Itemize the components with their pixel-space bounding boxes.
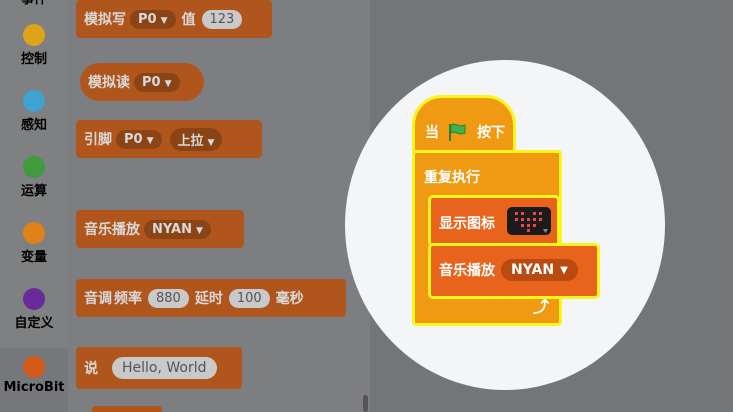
category-sensing[interactable]: 感知: [0, 90, 68, 133]
pull-mode-dropdown[interactable]: 上拉 ▼: [169, 127, 223, 151]
block-label: 引脚: [84, 132, 112, 148]
block-label: 值: [181, 12, 196, 28]
category-label: 感知: [20, 118, 47, 133]
category-color-dot: [23, 90, 45, 112]
block-label: 毫秒: [275, 291, 304, 307]
chevron-down-icon: ▼: [164, 78, 172, 89]
pin-dropdown[interactable]: P0 ▼: [130, 9, 176, 29]
dropdown-value: 上拉: [177, 133, 204, 149]
palette-scrollbar[interactable]: [363, 395, 368, 412]
category-color-dot: [23, 288, 45, 310]
dropdown-value: NYAN: [511, 262, 555, 278]
green-flag-icon: [449, 123, 466, 141]
dropdown-value: P0: [142, 74, 161, 90]
dropdown-value: NYAN: [152, 221, 192, 237]
category-microbit[interactable]: MicroBit: [0, 348, 68, 412]
category-label: MicroBit: [3, 380, 65, 395]
led-grid-icon: [515, 212, 548, 233]
analog-write-block[interactable]: 模拟写 P0 ▼ 值 123: [76, 0, 272, 38]
text-input[interactable]: Hello, World: [112, 357, 217, 379]
category-label: 控制: [20, 52, 47, 67]
category-color-dot: [23, 222, 45, 244]
category-color-dot: [23, 356, 45, 378]
show-icon-block[interactable]: 显示图标: [428, 195, 560, 247]
pin-dropdown[interactable]: P0 ▼: [116, 129, 162, 149]
block-label: 显示图标: [439, 216, 495, 232]
chevron-down-icon: ▼: [196, 225, 203, 236]
category-sidebar: 事件 控制 感知 运算 变量 自定义 MicroBit: [0, 0, 68, 412]
analog-read-block[interactable]: 模拟读 P0 ▼: [80, 63, 204, 101]
block-label: 音乐播放: [439, 263, 495, 279]
block-label: 音乐播放: [84, 222, 140, 238]
category-label: 运算: [20, 184, 47, 199]
category-label: 事件: [21, 0, 47, 7]
value-input[interactable]: 123: [201, 9, 243, 29]
block-label: 音调: [84, 291, 112, 307]
category-color-dot: [23, 24, 45, 46]
block-label: 重复执行: [424, 170, 480, 186]
block-label: 说: [84, 361, 98, 377]
led-matrix-icon[interactable]: [507, 207, 551, 235]
category-label: 变量: [20, 250, 47, 265]
category-control[interactable]: 控制: [0, 24, 68, 67]
block-label: 延时: [194, 291, 223, 307]
block-label: 按下: [477, 125, 505, 141]
block-label: 模拟读: [88, 75, 130, 91]
melody-dropdown[interactable]: NYAN ▼: [144, 219, 211, 239]
pin-dropdown[interactable]: P0 ▼: [134, 72, 180, 92]
category-operators[interactable]: 运算: [0, 156, 68, 199]
dropdown-value: P0: [138, 11, 157, 27]
category-color-dot: [23, 156, 45, 178]
partial-block[interactable]: [92, 406, 162, 412]
when-flag-clicked-block[interactable]: 当 按下: [412, 95, 516, 153]
say-block[interactable]: 说 Hello, World: [76, 347, 242, 389]
category-events[interactable]: 事件: [0, 0, 68, 7]
chevron-down-icon: ▼: [560, 264, 568, 276]
chevron-down-icon: ▼: [207, 137, 215, 148]
melody-dropdown[interactable]: NYAN ▼: [501, 259, 578, 281]
category-label: 自定义: [14, 316, 54, 331]
block-label: 模拟写: [84, 12, 126, 28]
tone-block[interactable]: 音调 频率 880 延时 100 毫秒: [76, 279, 346, 317]
category-variables[interactable]: 变量: [0, 222, 68, 265]
block-palette: 模拟写 P0 ▼ 值 123 模拟读 P0 ▼ 引脚 P0 ▼ 上拉 ▼ 音乐播放 NY…: [68, 0, 370, 412]
delay-input[interactable]: 100: [228, 288, 270, 308]
block-label: 当: [425, 125, 439, 141]
block-label: 频率: [114, 291, 142, 307]
play-music-block[interactable]: 音乐播放 NYAN ▼: [76, 210, 244, 248]
frequency-input[interactable]: 880: [148, 288, 189, 308]
chevron-down-icon: ▼: [146, 135, 154, 146]
category-custom[interactable]: 自定义: [0, 288, 68, 331]
dropdown-value: P0: [124, 131, 143, 147]
pin-pull-block[interactable]: 引脚 P0 ▼ 上拉 ▼: [76, 120, 262, 158]
play-music-block[interactable]: 音乐播放 NYAN ▼: [428, 243, 600, 299]
chevron-down-icon: ▼: [160, 15, 168, 26]
